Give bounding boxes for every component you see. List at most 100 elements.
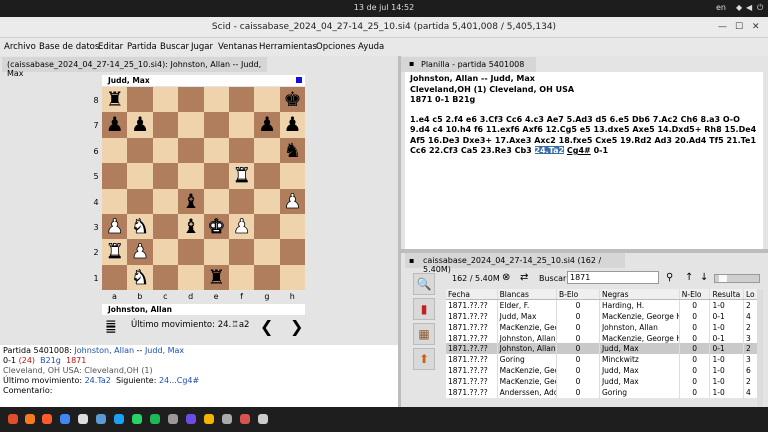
white-rook-icon[interactable]: ♜ xyxy=(105,239,124,264)
current-move[interactable]: 24.Ta2 xyxy=(534,146,565,155)
whatsapp-icon[interactable] xyxy=(132,414,142,424)
square-b7[interactable]: ♟ xyxy=(127,112,153,138)
last-move-link[interactable]: 24.Ta2 xyxy=(85,376,111,385)
app-icon[interactable] xyxy=(240,414,250,424)
column-header[interactable]: B-Elo xyxy=(556,289,600,301)
square-g3[interactable] xyxy=(254,214,280,240)
table-row[interactable]: 1871.??.?? Johnston, Allan 0 Judd, Max 0 0-1 2 xyxy=(446,343,758,355)
square-f4[interactable] xyxy=(229,188,255,214)
white-king-icon[interactable]: ♚ xyxy=(207,214,226,239)
column-header[interactable]: N-Elo xyxy=(679,289,711,301)
editor-icon[interactable] xyxy=(96,414,106,424)
black-king-icon[interactable]: ♚ xyxy=(284,87,302,111)
maximize-icon[interactable]: ☐ xyxy=(735,22,743,32)
square-d5[interactable] xyxy=(178,163,204,189)
square-a7[interactable]: ♟ xyxy=(102,112,128,138)
black-pawn-icon[interactable]: ♟ xyxy=(284,112,302,136)
black-rook-icon[interactable]: ♜ xyxy=(106,87,124,111)
square-f7[interactable] xyxy=(229,112,255,138)
square-f2[interactable] xyxy=(229,239,255,265)
clear-filter-icon[interactable]: ⊗ xyxy=(502,272,510,283)
square-h4[interactable]: ♟ xyxy=(279,188,306,214)
square-f6[interactable] xyxy=(229,137,255,164)
filter-swap-icon[interactable]: ⇄ xyxy=(520,272,528,283)
square-f1[interactable] xyxy=(229,264,255,291)
black-pawn-icon[interactable]: ♟ xyxy=(106,112,124,136)
square-f3[interactable]: ♟ xyxy=(229,214,255,240)
pin-icon[interactable]: ▪ xyxy=(409,256,414,265)
square-d4[interactable]: ♝ xyxy=(178,188,204,214)
square-e7[interactable] xyxy=(203,112,229,138)
zoom-slider[interactable] xyxy=(714,274,760,283)
square-e2[interactable] xyxy=(203,239,229,265)
column-header[interactable]: Negras xyxy=(599,289,680,301)
black-knight-icon[interactable]: ♞ xyxy=(284,138,302,162)
zoom-slider-handle[interactable] xyxy=(719,275,727,282)
square-c7[interactable] xyxy=(152,112,179,138)
table-row[interactable]: 1871.??.??MacKenzie, George0Johnston, Al… xyxy=(446,321,758,333)
menu-herramientas[interactable]: Herramientas xyxy=(259,42,317,52)
spotify-icon[interactable] xyxy=(150,414,160,424)
square-e5[interactable] xyxy=(203,163,229,189)
menu-jugar[interactable]: Jugar xyxy=(191,42,213,52)
arrow-up-icon[interactable]: ↑ xyxy=(685,272,693,283)
table-row[interactable]: 1871.??.?? Elder, F. 0 Harding, H. 0 1-0 2 xyxy=(446,299,758,311)
menu-editar[interactable]: Editar xyxy=(98,42,123,52)
black-pawn-icon[interactable]: ♟ xyxy=(131,112,149,136)
menu-base-de-datos[interactable]: Base de datos xyxy=(39,42,99,52)
square-f8[interactable] xyxy=(229,87,255,113)
square-e4[interactable] xyxy=(203,188,229,214)
browser-icon[interactable] xyxy=(42,414,52,424)
square-g7[interactable]: ♟ xyxy=(254,112,280,138)
firefox-icon[interactable] xyxy=(25,414,35,424)
next-move-button[interactable]: ❯ xyxy=(290,317,303,336)
square-g2[interactable] xyxy=(254,239,280,265)
white-knight-icon[interactable]: ♞ xyxy=(131,214,150,239)
square-d8[interactable] xyxy=(178,87,204,113)
square-b5[interactable] xyxy=(127,163,153,189)
system-clock[interactable]: 13 de jul 14:52 xyxy=(0,3,768,12)
ubuntu-icon[interactable] xyxy=(8,414,18,424)
gamelist-scrollbar[interactable] xyxy=(757,289,763,407)
scid-icon[interactable] xyxy=(222,414,232,424)
black-rook-icon[interactable]: ♜ xyxy=(207,265,225,289)
search-icon[interactable]: ⚲ xyxy=(666,272,673,283)
pin-icon[interactable]: ▪ xyxy=(409,59,414,68)
minimize-icon[interactable]: — xyxy=(718,22,727,32)
square-c2[interactable] xyxy=(152,239,179,265)
column-header[interactable]: Fecha xyxy=(446,289,498,301)
app-icon[interactable] xyxy=(168,414,178,424)
column-header[interactable]: Lo xyxy=(743,289,758,301)
chess-board[interactable]: ♜ ♚ ♟ ♟ ♟ ♟ ♞ ♜ ♝ ♟ ♟ ♞ ♝ ♚ ♟ ♜ ♟ ♞ ♜ xyxy=(102,87,306,291)
square-e1[interactable]: ♜ xyxy=(203,264,229,291)
square-f5[interactable]: ♜ xyxy=(229,163,255,189)
telegram-icon[interactable] xyxy=(114,414,124,424)
move-list[interactable]: 1.e4 c5 2.f4 e6 3.Cf3 Cc6 4.c3 Ae7 5.Ad3… xyxy=(410,115,758,157)
chart-tool-icon[interactable]: ▮ xyxy=(413,298,435,320)
table-row[interactable]: 1871.??.??MacKenzie, George0Judd, Max01-… xyxy=(446,376,758,388)
square-c3[interactable] xyxy=(152,214,179,240)
column-header[interactable]: Blancas xyxy=(497,289,558,301)
square-b6[interactable] xyxy=(127,137,153,164)
square-g1[interactable] xyxy=(254,264,280,291)
square-d1[interactable] xyxy=(178,264,204,291)
files-icon[interactable] xyxy=(78,414,88,424)
square-e3[interactable]: ♚ xyxy=(203,214,229,240)
square-g5[interactable] xyxy=(254,163,280,189)
white-knight-icon[interactable]: ♞ xyxy=(131,264,150,289)
square-c1[interactable] xyxy=(152,264,179,291)
square-b4[interactable] xyxy=(127,188,153,214)
power-icon[interactable]: ⏻ xyxy=(757,3,763,13)
black-pawn-icon[interactable]: ♟ xyxy=(258,112,276,136)
square-d7[interactable] xyxy=(178,112,204,138)
white-rook-icon[interactable]: ♜ xyxy=(232,163,251,188)
arrow-down-icon[interactable]: ↓ xyxy=(700,272,708,283)
square-h7[interactable]: ♟ xyxy=(279,112,306,138)
square-a2[interactable]: ♜ xyxy=(102,239,128,265)
app-icon[interactable] xyxy=(186,414,196,424)
square-d2[interactable] xyxy=(178,239,204,265)
app-icon[interactable] xyxy=(204,414,214,424)
square-h5[interactable] xyxy=(279,163,306,189)
planilla-tab[interactable]: Planilla - partida 5401008 xyxy=(401,57,536,72)
menu-opciones[interactable]: Opciones xyxy=(316,42,355,52)
